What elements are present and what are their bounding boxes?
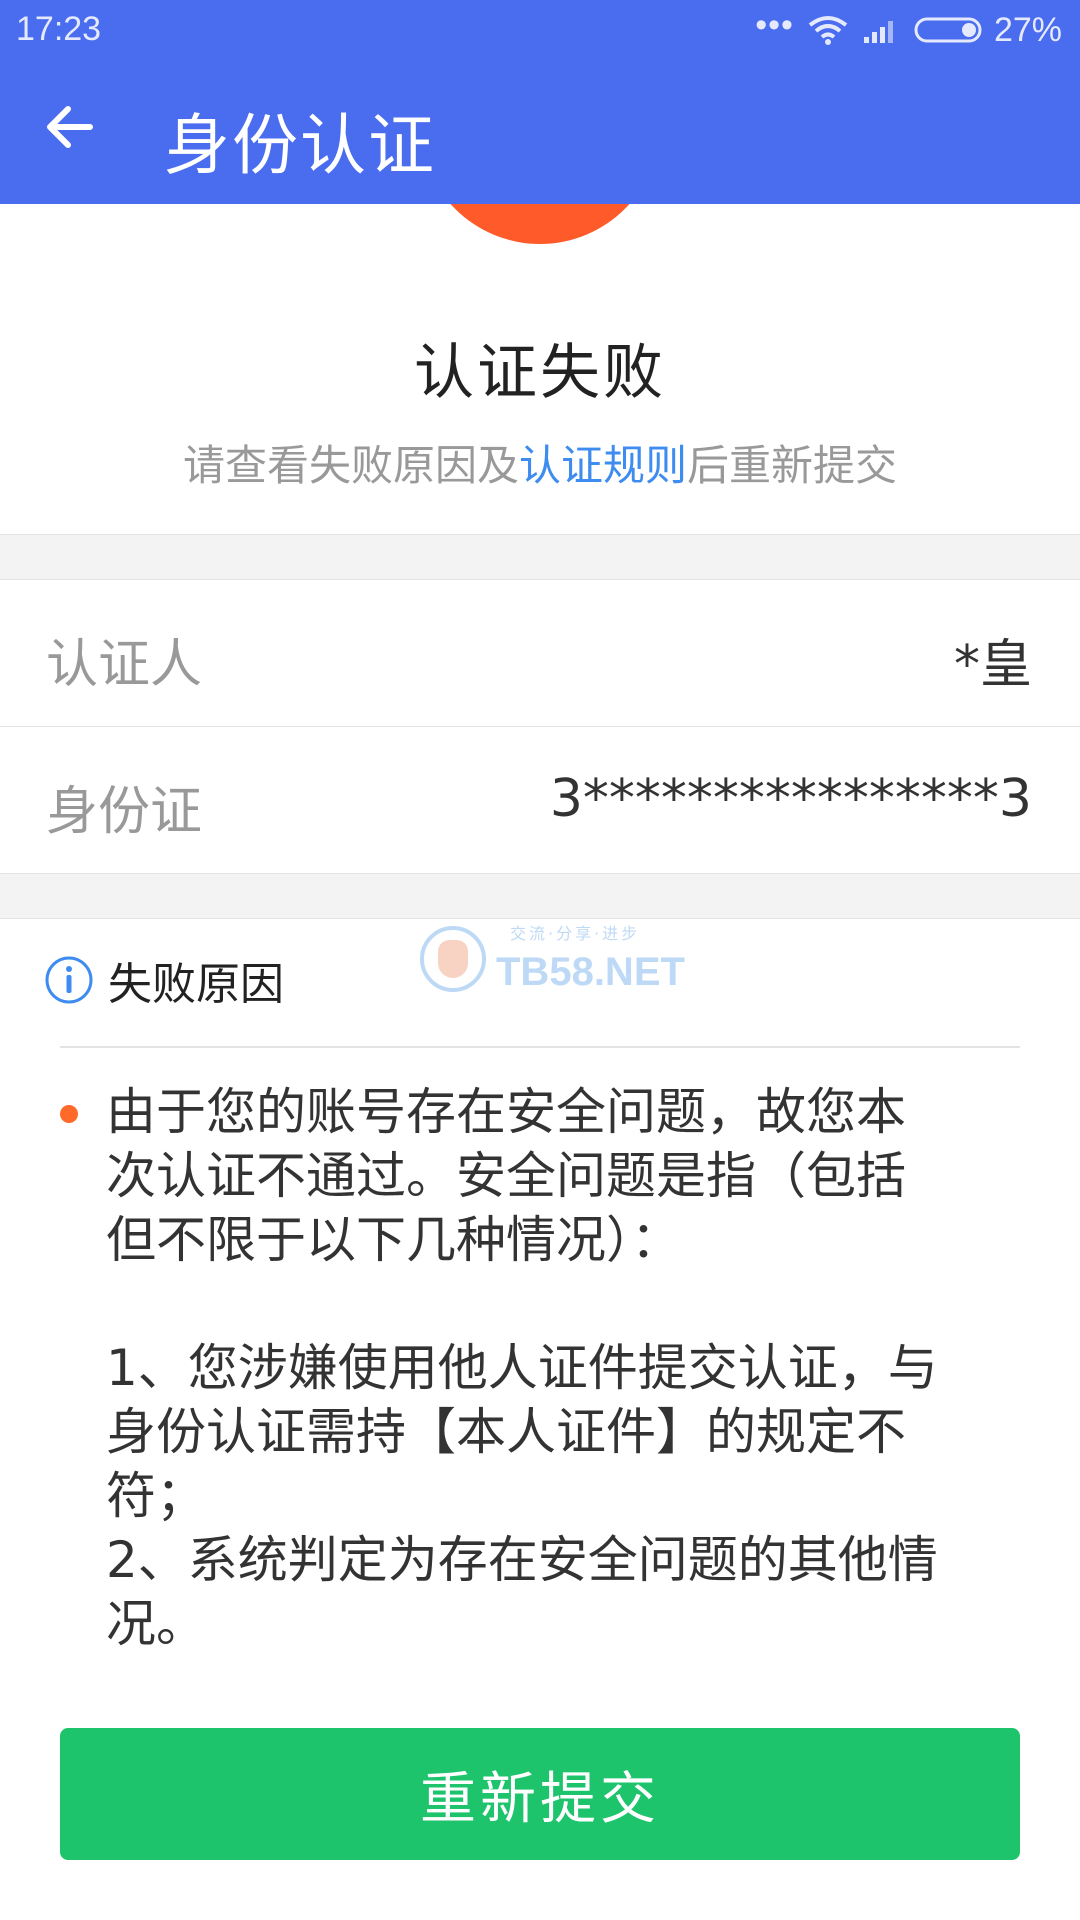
- result-title: 认证失败: [414, 338, 666, 408]
- name-value: *皇: [953, 635, 1032, 695]
- status-bar: 17:23 ••• 27%: [0, 0, 1080, 62]
- signal-icon: [863, 21, 893, 43]
- reason-line: 1、您涉嫌使用他人证件提交认证，与: [106, 1339, 938, 1397]
- reason-line: 由于您的账号存在安全问题，故您本: [106, 1083, 906, 1141]
- reason-line: 况。: [106, 1595, 206, 1653]
- reason-body: 由于您的账号存在安全问题，故您本 次认证不通过。安全问题是指（包括 但不限于以下…: [106, 1080, 1026, 1656]
- section-divider: [0, 873, 1080, 919]
- watermark: 交流·分享·进步 TB58.NET: [420, 920, 685, 1000]
- result-subtitle: 请查看失败原因及认证规则后重新提交: [0, 432, 1080, 493]
- failure-status-icon: [420, 204, 660, 244]
- resubmit-button[interactable]: 重新提交: [60, 1728, 1020, 1860]
- reason-line: 但不限于以下几种情况）：: [106, 1211, 681, 1269]
- watermark-text: TB58.NET: [496, 950, 685, 994]
- more-dots-icon: •••: [755, 6, 794, 44]
- back-button[interactable]: [36, 94, 102, 160]
- id-label: 身份证: [46, 782, 203, 842]
- arrow-left-icon: [47, 106, 93, 148]
- info-row-name: 认证人 *皇: [0, 580, 1080, 726]
- app-bar: 身份认证: [0, 62, 1080, 204]
- page-title: 身份认证: [164, 107, 436, 184]
- reason-header: 失败原因: [44, 948, 284, 1012]
- reason-bullet-icon: [60, 1105, 78, 1123]
- reason-divider: [60, 1046, 1020, 1048]
- status-time: 17:23: [16, 10, 102, 48]
- section-divider: [0, 534, 1080, 580]
- reason-title: 失败原因: [108, 959, 284, 1010]
- reason-line: 次认证不通过。安全问题是指（包括: [106, 1147, 906, 1205]
- reason-line: 2、系统判定为存在安全问题的其他情: [106, 1531, 938, 1589]
- watermark-tagline: 交流·分享·进步: [510, 924, 641, 943]
- subtitle-suffix: 后重新提交: [687, 441, 898, 490]
- info-row-id: 身份证 3****************3: [0, 727, 1080, 873]
- battery-percent: 27%: [993, 10, 1062, 49]
- reason-line: [106, 1272, 1026, 1336]
- wifi-icon: [808, 16, 848, 45]
- reason-line: 符；: [106, 1467, 206, 1525]
- id-value: 3****************3: [549, 769, 1032, 829]
- battery-icon: [914, 17, 982, 43]
- status-icons: ••• 27%: [741, 8, 1062, 52]
- info-icon: [45, 956, 93, 1004]
- subtitle-prefix: 请查看失败原因及: [182, 441, 519, 490]
- reason-line: 身份认证需持【本人证件】的规定不: [106, 1403, 906, 1461]
- name-label: 认证人: [46, 635, 203, 695]
- hand-logo-icon: [420, 926, 486, 992]
- result-section: 认证失败 请查看失败原因及认证规则后重新提交: [0, 204, 1080, 534]
- auth-rules-link[interactable]: 认证规则: [519, 441, 687, 490]
